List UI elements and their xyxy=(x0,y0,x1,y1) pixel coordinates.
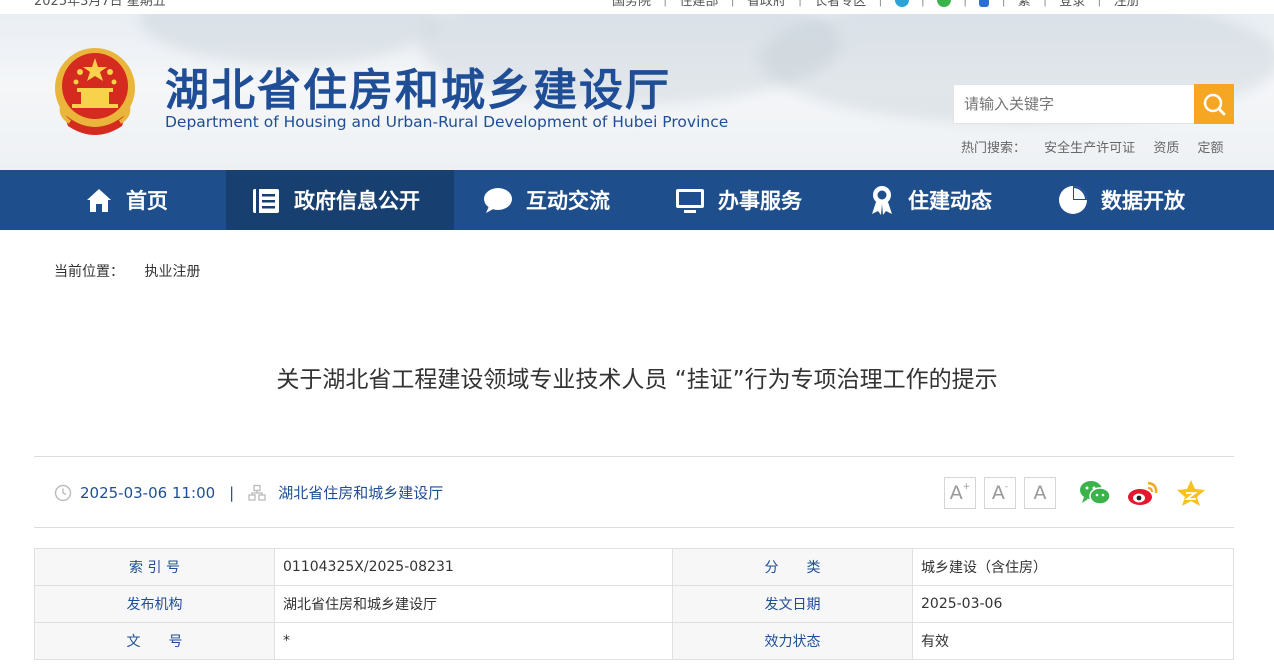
link-state-council[interactable]: 国务院 xyxy=(612,0,651,9)
separator: | xyxy=(963,0,967,7)
nav-label: 住建动态 xyxy=(908,189,992,213)
nav-label: 办事服务 xyxy=(718,189,802,213)
search-icon xyxy=(1203,93,1226,116)
validity-status-value: 有效 xyxy=(912,622,1234,660)
separator: | xyxy=(921,0,925,7)
login-link[interactable]: 登录 xyxy=(1059,0,1085,9)
category-value: 城乡建设（含住房） xyxy=(912,548,1234,586)
hot-search: 热门搜索： 安全生产许可证 资质 定额 xyxy=(961,137,1237,156)
search-button[interactable] xyxy=(1194,84,1234,124)
weibo-icon xyxy=(1128,481,1158,505)
table-row: 发布机构 湖北省住房和城乡建设厅 发文日期 2025-03-06 xyxy=(34,585,1234,623)
document-number-value: * xyxy=(274,622,673,660)
share-weibo-button[interactable] xyxy=(1126,477,1160,509)
top-utility-bar: 2025年3月7日 星期五 国务院 | 住建部 | 省政府 | 长者专区 | |… xyxy=(0,0,1274,10)
nav-label: 政府信息公开 xyxy=(294,189,420,213)
organization-icon xyxy=(248,484,266,501)
nav-interaction[interactable]: 互动交流 xyxy=(482,170,610,230)
link-elderly-zone[interactable]: 长者专区 xyxy=(814,0,866,9)
nav-gov-info-disclosure[interactable]: 政府信息公开 xyxy=(226,170,454,230)
nav-services[interactable]: 办事服务 xyxy=(674,170,802,230)
chat-bubble-icon xyxy=(484,188,512,213)
font-decrease-label: A xyxy=(991,482,1005,504)
separator: | xyxy=(878,0,882,7)
validity-status-label: 效力状态 xyxy=(672,622,913,660)
nav-label: 首页 xyxy=(126,189,168,213)
separator: | xyxy=(663,0,667,7)
traditional-chinese-link[interactable]: 繁 xyxy=(1018,0,1031,9)
share-qzone-button[interactable] xyxy=(1174,477,1208,509)
award-ribbon-icon xyxy=(872,186,892,215)
breadcrumb-current[interactable]: 执业注册 xyxy=(144,264,200,280)
document-list-icon xyxy=(253,187,279,213)
separator: | xyxy=(1001,0,1005,7)
main-navigation: 首页 政府信息公开 互动交流 办事服务 住建动态 数据开放 xyxy=(0,170,1274,230)
pie-chart-icon xyxy=(1059,186,1087,214)
nav-label: 数据开放 xyxy=(1101,189,1185,213)
font-decrease-button[interactable]: A- xyxy=(984,477,1016,509)
font-reset-label: A xyxy=(1033,482,1047,504)
wechat-icon[interactable] xyxy=(937,0,952,7)
share-wechat-button[interactable] xyxy=(1078,477,1112,509)
hot-search-label: 热门搜索： xyxy=(961,141,1027,156)
site-subtitle: Department of Housing and Urban-Rural De… xyxy=(165,113,729,131)
publisher-label: 发布机构 xyxy=(34,585,275,623)
document-info-table: 索 引 号 01104325X/2025-08231 分 类 城乡建设（含住房）… xyxy=(34,548,1234,660)
link-mohurd[interactable]: 住建部 xyxy=(679,0,718,9)
qzone-star-icon xyxy=(1177,480,1205,506)
current-date: 2025年3月7日 星期五 xyxy=(34,0,166,9)
font-reset-button[interactable]: A xyxy=(1024,477,1056,509)
mobile-icon[interactable] xyxy=(979,0,990,7)
clock-icon xyxy=(54,484,72,501)
publish-datetime: 2025-03-06 11:00 xyxy=(80,483,216,502)
nav-home[interactable]: 首页 xyxy=(84,170,168,230)
publish-source: 湖北省住房和城乡建设厅 xyxy=(278,484,444,502)
table-row: 文 号 * 效力状态 有效 xyxy=(34,622,1234,660)
hot-search-item[interactable]: 定额 xyxy=(1197,141,1223,156)
accessibility-icon[interactable] xyxy=(894,0,909,7)
separator: | xyxy=(1097,0,1101,7)
breadcrumb-label: 当前位置： xyxy=(54,264,124,280)
article-meta-bar: 2025-03-06 11:00 | 湖北省住房和城乡建设厅 A + A- A xyxy=(34,456,1234,528)
home-icon xyxy=(87,189,111,212)
site-title: 湖北省住房和城乡建设厅 xyxy=(165,65,671,116)
separator: | xyxy=(229,483,235,502)
font-increase-label: A xyxy=(949,482,963,504)
nav-news[interactable]: 住建动态 xyxy=(868,170,992,230)
issue-date-label: 发文日期 xyxy=(672,585,913,623)
hot-search-item[interactable]: 资质 xyxy=(1153,141,1179,156)
index-number-label: 索 引 号 xyxy=(34,548,275,586)
document-number-label: 文 号 xyxy=(34,622,275,660)
publisher-value: 湖北省住房和城乡建设厅 xyxy=(274,585,673,623)
issue-date-value: 2025-03-06 xyxy=(912,585,1234,623)
top-links: 国务院 | 住建部 | 省政府 | 长者专区 | | | | 繁 | 登录 | … xyxy=(612,0,1140,9)
category-label: 分 类 xyxy=(672,548,913,586)
separator: | xyxy=(798,0,802,7)
link-provincial-gov[interactable]: 省政府 xyxy=(747,0,786,9)
search-input[interactable] xyxy=(953,84,1195,124)
breadcrumb: 当前位置： 执业注册 xyxy=(54,261,200,281)
register-link[interactable]: 注册 xyxy=(1114,0,1140,9)
font-increase-button[interactable]: A + xyxy=(944,477,976,509)
article-meta-info: 2025-03-06 11:00 | 湖北省住房和城乡建设厅 xyxy=(54,482,443,503)
site-header: 湖北省住房和城乡建设厅 Department of Housing and Ur… xyxy=(0,14,1274,170)
separator: | xyxy=(730,0,734,7)
article-title: 关于湖北省工程建设领域专业技术人员 “挂证”行为专项治理工作的提示 xyxy=(276,367,998,393)
wechat-icon xyxy=(1080,481,1111,505)
hot-search-item[interactable]: 安全生产许可证 xyxy=(1044,141,1135,156)
monitor-icon xyxy=(676,189,704,213)
nav-open-data[interactable]: 数据开放 xyxy=(1057,170,1185,230)
table-row: 索 引 号 01104325X/2025-08231 分 类 城乡建设（含住房） xyxy=(34,548,1234,586)
nav-label: 互动交流 xyxy=(526,189,610,213)
index-number-value: 01104325X/2025-08231 xyxy=(274,548,673,586)
national-emblem-icon xyxy=(55,48,135,135)
separator: | xyxy=(1043,0,1047,7)
